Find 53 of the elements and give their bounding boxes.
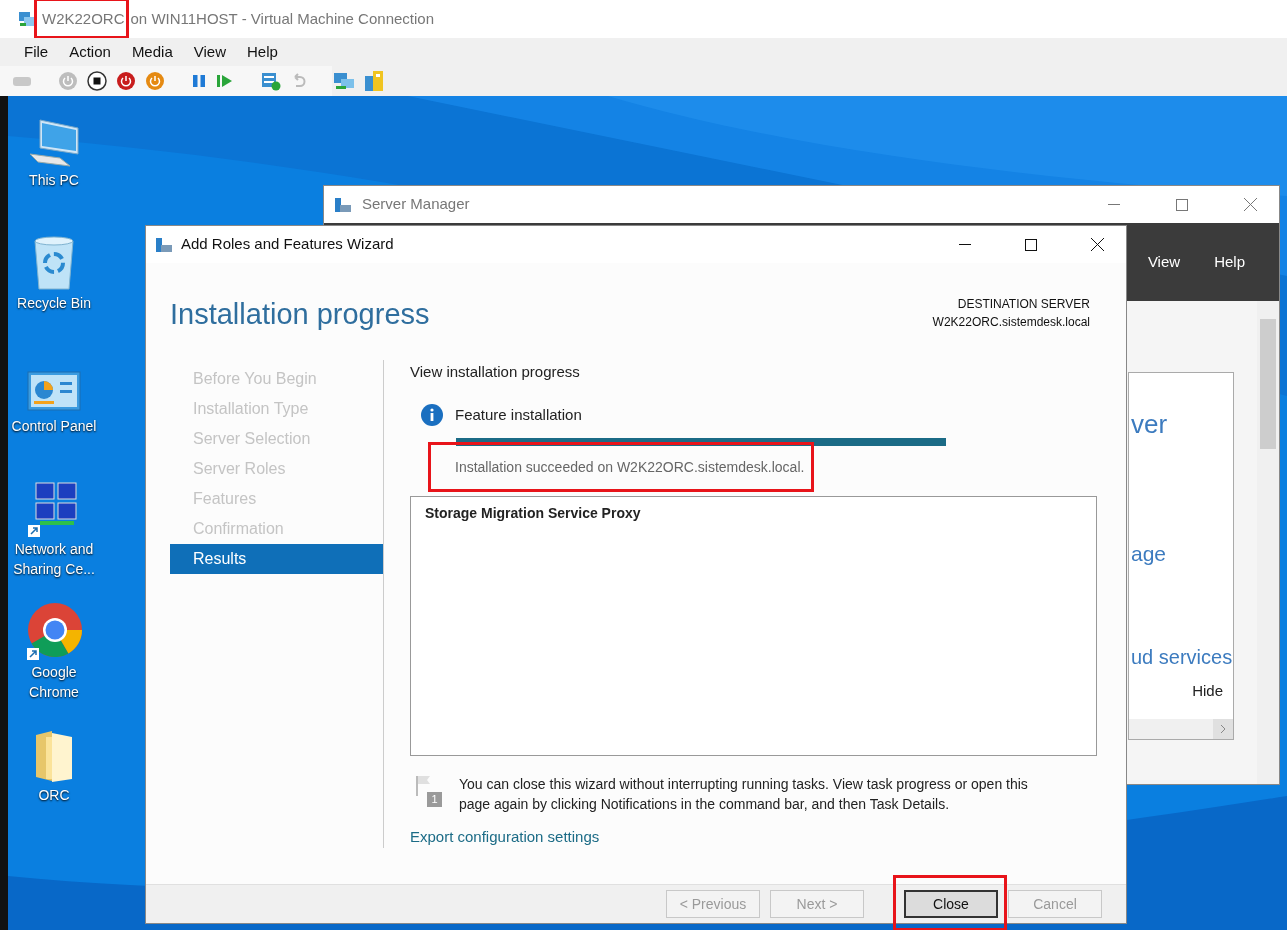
control-panel-icon[interactable] [26,370,82,414]
power-icon[interactable] [116,71,136,91]
vm-icon [18,11,36,27]
window-title: on WIN11HOST - Virtual Machine Connection [130,8,434,29]
building-icon[interactable] [364,70,384,92]
pause-icon[interactable] [191,73,207,89]
info-icon [421,403,443,426]
chevron-right-icon [1220,724,1226,734]
scrollbar[interactable] [1257,301,1279,784]
desktop-icon-label[interactable]: Recycle Bin [8,293,100,313]
menu-item[interactable]: View [193,40,226,64]
menu-item[interactable]: View [1147,250,1181,274]
play-icon[interactable] [216,73,234,89]
menu-item[interactable]: Help [1214,250,1245,274]
notification-badge: 1 [427,791,442,807]
window-title: Add Roles and Features Wizard [181,234,394,255]
status-message: Installation succeeded on W2K22ORC.sistemdesk.local. [455,457,805,477]
desktop-icon-label[interactable]: Network and Sharing Ce... [8,539,100,579]
flag-icon [415,773,431,796]
computer-icon[interactable] [333,71,355,91]
server-icon[interactable] [260,71,282,91]
minimize-icon[interactable] [959,243,971,246]
window-title: Server Manager [362,194,470,215]
tile-heading: age [1131,541,1167,567]
close-icon[interactable] [1091,238,1104,251]
browser-icon[interactable] [25,602,83,660]
result-item: Storage Migration Service Proxy [425,503,642,523]
export-link[interactable]: Export configuration settings [410,825,600,848]
server-icon [334,196,352,213]
hide-link[interactable]: Hide [1192,679,1223,702]
wizard-step[interactable]: Results [170,544,383,574]
page-heading: Installation progress [170,297,430,332]
desktop-icon-label[interactable]: Control Panel [8,416,100,436]
wizard-button[interactable]: Close [904,890,998,918]
menu-item[interactable]: Help [247,40,278,64]
feature-label: Feature installation [455,404,582,425]
stop-icon[interactable] [87,71,107,91]
desktop-icon-label[interactable]: ORC [8,785,100,805]
note-text: You can close this wizard without interrupting running tasks. View task progress or open this page again by clicking Notifications in the command bar, and then Task Details. [459,774,1029,814]
destination-server: W2K22ORC.sistemdesk.local [932,314,1090,331]
power-icon[interactable] [145,71,165,91]
desktop-icon-label[interactable]: Google Chrome [8,662,100,702]
menu-item[interactable]: Media [131,40,173,64]
window-title: W2K22ORC [42,8,125,29]
desktop-icon-label[interactable]: This PC [8,170,100,190]
tile-heading: ver [1131,408,1168,441]
server-icon [155,236,173,253]
tile-heading: ud services [1131,644,1233,670]
section-title: View installation progress [410,362,581,382]
destination-label: DESTINATION SERVER [957,296,1090,313]
menu-item[interactable]: Action [69,40,111,64]
maximize-icon[interactable] [1025,238,1037,251]
menu-item[interactable]: File [24,40,49,64]
